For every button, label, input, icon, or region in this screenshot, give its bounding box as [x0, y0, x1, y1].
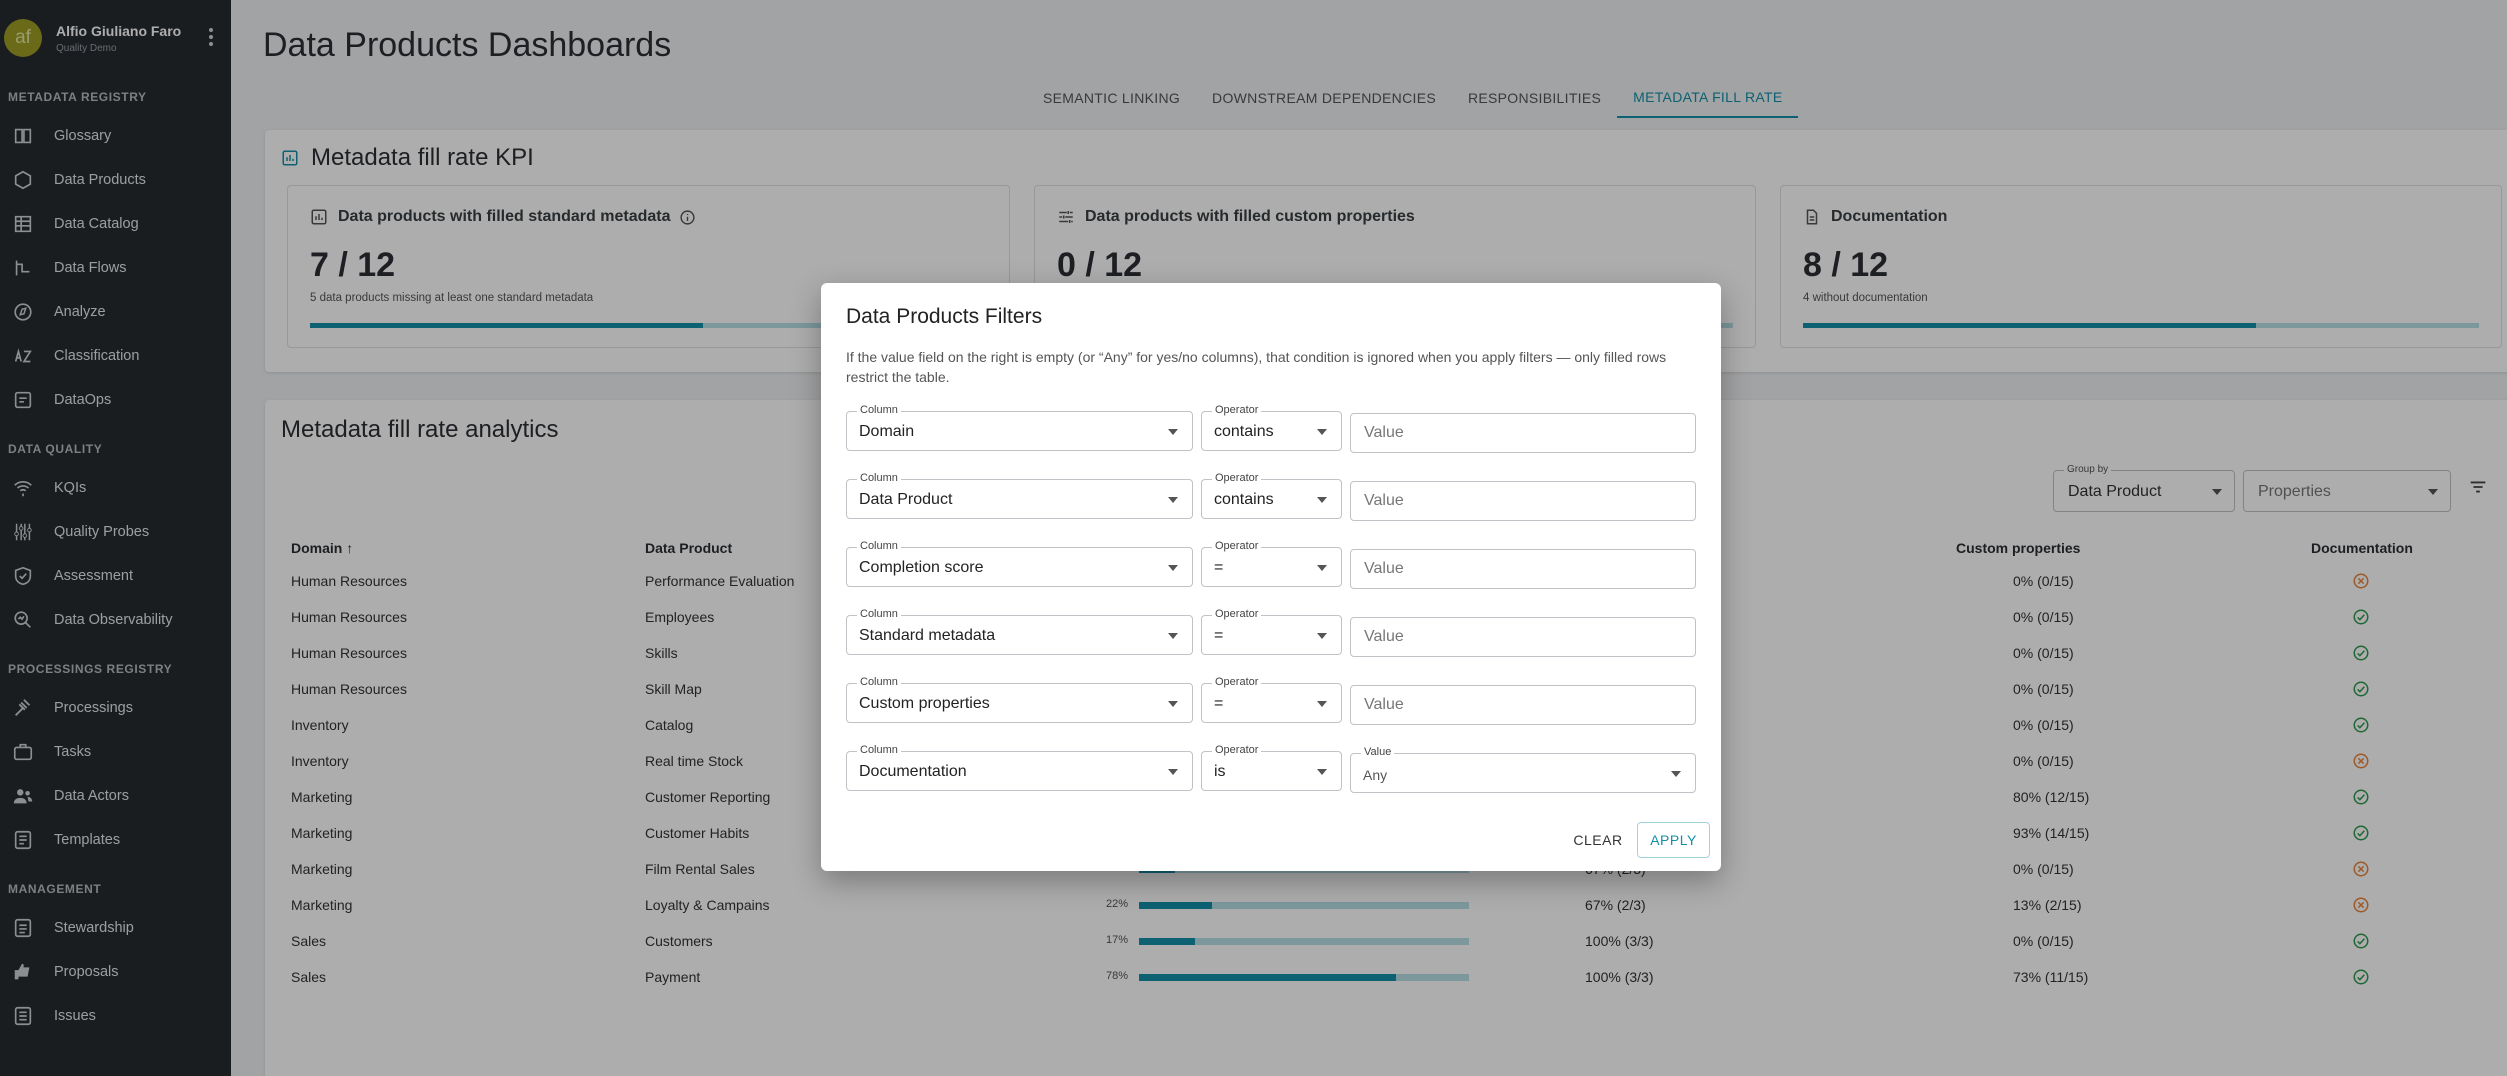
value-field[interactable]: [1350, 549, 1696, 589]
filter-row: Column Completion score Operator =: [846, 540, 1696, 589]
column-select[interactable]: Column Custom properties: [846, 676, 1193, 723]
caret-down-icon: [1168, 633, 1178, 639]
operator-label: Operator: [1212, 472, 1262, 484]
column-select[interactable]: Column Domain: [846, 404, 1193, 451]
caret-down-icon: [1317, 701, 1327, 707]
apply-button[interactable]: Apply: [1637, 822, 1710, 858]
caret-down-icon: [1317, 497, 1327, 503]
value-select-value: Any: [1363, 767, 1388, 783]
value-input[interactable]: [1352, 415, 1694, 451]
operator-label: Operator: [1212, 608, 1262, 620]
filter-row: Column Documentation Operator is Value A…: [846, 744, 1696, 793]
caret-down-icon: [1168, 565, 1178, 571]
caret-down-icon: [1317, 429, 1327, 435]
value-input[interactable]: [1352, 687, 1694, 723]
caret-down-icon: [1168, 429, 1178, 435]
value-input[interactable]: [1352, 619, 1694, 655]
column-value: Custom properties: [859, 695, 990, 712]
value-input[interactable]: [1352, 551, 1694, 587]
column-label: Column: [857, 540, 901, 552]
caret-down-icon: [1168, 769, 1178, 775]
dialog-description: If the value field on the right is empty…: [846, 349, 1667, 385]
dialog-title: Data Products Filters: [846, 305, 1043, 328]
value-input[interactable]: [1352, 483, 1694, 519]
caret-down-icon: [1168, 497, 1178, 503]
filter-row: Column Custom properties Operator =: [846, 676, 1696, 725]
operator-select[interactable]: Operator is: [1201, 744, 1342, 791]
operator-select[interactable]: Operator contains: [1201, 404, 1342, 451]
operator-value: =: [1214, 559, 1224, 576]
caret-down-icon: [1168, 701, 1178, 707]
column-value: Documentation: [859, 763, 967, 780]
caret-down-icon: [1671, 771, 1681, 777]
clear-button[interactable]: Clear: [1569, 822, 1627, 858]
column-label: Column: [857, 744, 901, 756]
value-field[interactable]: [1350, 413, 1696, 453]
operator-select[interactable]: Operator =: [1201, 608, 1342, 655]
value-field[interactable]: [1350, 685, 1696, 725]
caret-down-icon: [1317, 565, 1327, 571]
value-field[interactable]: [1350, 481, 1696, 521]
operator-label: Operator: [1212, 744, 1262, 756]
column-select[interactable]: Column Data Product: [846, 472, 1193, 519]
filter-row: Column Data Product Operator contains: [846, 472, 1696, 521]
caret-down-icon: [1317, 769, 1327, 775]
operator-value: contains: [1214, 423, 1274, 440]
filter-row: Column Domain Operator contains: [846, 404, 1696, 453]
operator-value: =: [1214, 627, 1224, 644]
column-label: Column: [857, 676, 901, 688]
value-label: Value: [1361, 746, 1395, 758]
operator-value: =: [1214, 695, 1224, 712]
operator-select[interactable]: Operator =: [1201, 540, 1342, 587]
column-value: Domain: [859, 423, 915, 440]
column-value: Completion score: [859, 559, 984, 576]
operator-value: is: [1214, 763, 1226, 780]
operator-label: Operator: [1212, 676, 1262, 688]
column-label: Column: [857, 608, 901, 620]
column-label: Column: [857, 472, 901, 484]
column-select[interactable]: Column Completion score: [846, 540, 1193, 587]
column-value: Standard metadata: [859, 627, 996, 644]
column-select[interactable]: Column Standard metadata: [846, 608, 1193, 655]
column-value: Data Product: [859, 491, 953, 508]
caret-down-icon: [1317, 633, 1327, 639]
value-field[interactable]: [1350, 617, 1696, 657]
operator-select[interactable]: Operator =: [1201, 676, 1342, 723]
column-select[interactable]: Column Documentation: [846, 744, 1193, 791]
filter-row: Column Standard metadata Operator =: [846, 608, 1696, 657]
operator-select[interactable]: Operator contains: [1201, 472, 1342, 519]
operator-label: Operator: [1212, 404, 1262, 416]
operator-value: contains: [1214, 491, 1274, 508]
value-select[interactable]: Value Any: [1350, 746, 1696, 793]
column-label: Column: [857, 404, 901, 416]
filters-dialog: Data Products Filters If the value field…: [821, 283, 1721, 871]
operator-label: Operator: [1212, 540, 1262, 552]
